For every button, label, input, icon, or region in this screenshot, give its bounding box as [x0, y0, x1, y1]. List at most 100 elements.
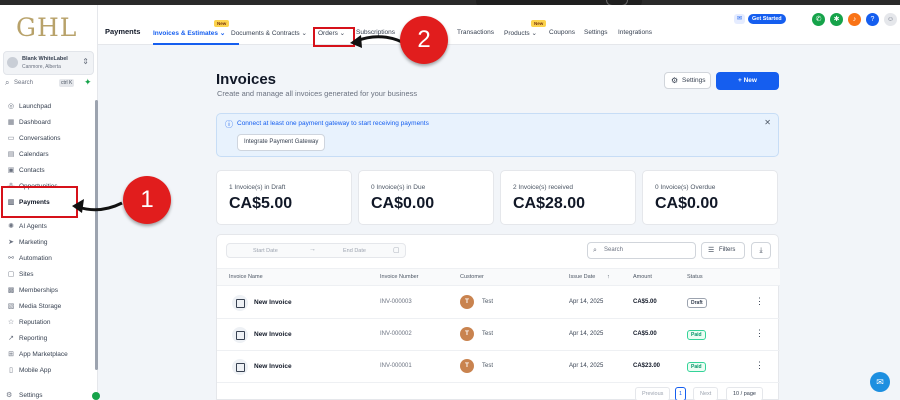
megaphone-small-icon[interactable]: ✉: [734, 14, 745, 24]
sidebar-item-label: Launchpad: [19, 103, 52, 110]
invoice-name[interactable]: New Invoice: [254, 299, 292, 306]
sidebar-search[interactable]: ⌕ Search ctrl K ✦: [5, 77, 93, 91]
tab-label: Products: [504, 30, 530, 37]
phone-icon[interactable]: ✆: [812, 13, 825, 26]
sort-arrow-icon[interactable]: ↑: [607, 274, 610, 280]
account-name: Blank WhiteLabel: [22, 56, 68, 62]
issue-date: Apr 14, 2025: [569, 299, 604, 305]
column-header[interactable]: Issue Date: [569, 274, 595, 280]
chevron-down-icon: ⌄: [299, 30, 307, 37]
sidebar-item-label: Media Storage: [19, 303, 62, 310]
invoice-name[interactable]: New Invoice: [254, 331, 292, 338]
automation-icon: ⚯: [8, 255, 14, 262]
tab-invoices-estimates[interactable]: Invoices & Estimates ⌄: [153, 29, 225, 37]
annotation-step-1: 1: [123, 176, 171, 224]
more-options-icon[interactable]: ⋮: [755, 296, 764, 307]
avatar[interactable]: ☺: [884, 13, 897, 26]
sidebar-item-launchpad[interactable]: ◎ Launchpad: [0, 99, 98, 115]
sidebar-item-dashboard[interactable]: ▦ Dashboard: [0, 115, 98, 131]
customer-avatar: T: [460, 327, 474, 341]
chat-widget-icon[interactable]: ✉: [870, 372, 890, 392]
tab-settings[interactable]: Settings: [584, 29, 608, 36]
megaphone-icon[interactable]: ✱: [830, 13, 843, 26]
more-options-icon[interactable]: ⋮: [755, 360, 764, 371]
sidebar-item-sites[interactable]: ▢ Sites: [0, 267, 98, 283]
table-search-input[interactable]: ⌕ Search: [587, 242, 696, 259]
card-value: CA$0.00: [371, 195, 435, 212]
sidebar-item-mobile-app[interactable]: ▯ Mobile App: [0, 363, 98, 379]
sidebar-item-label: Contacts: [19, 167, 45, 174]
summary-card: 1 Invoice(s) in Draft CA$5.00: [216, 170, 352, 225]
highlight-box-payments: [1, 186, 78, 218]
help-icon[interactable]: ?: [866, 13, 879, 26]
download-icon[interactable]: ⤓: [751, 242, 771, 259]
next-page-button[interactable]: Next: [693, 387, 719, 400]
date-range-picker[interactable]: Start Date → End Date ▢: [226, 243, 406, 258]
dashboard-icon: ▦: [7, 119, 15, 126]
sidebar-scrollbar[interactable]: [95, 100, 98, 370]
bell-icon[interactable]: ♪: [848, 13, 861, 26]
brand-logo[interactable]: GHL: [16, 13, 77, 42]
summary-card: 2 Invoice(s) received CA$28.00: [500, 170, 636, 225]
tab-integrations[interactable]: Integrations: [618, 29, 652, 36]
sidebar-item-label: Reporting: [19, 335, 48, 342]
sidebar-item-reporting[interactable]: ↗ Reporting: [0, 331, 98, 347]
tab-coupons[interactable]: Coupons: [549, 29, 575, 36]
sidebar-item-label: Calendars: [19, 151, 49, 158]
page-size-select[interactable]: 10 / page: [726, 387, 763, 400]
bolt-icon[interactable]: ✦: [84, 77, 92, 88]
sidebar-item-memberships[interactable]: ▩ Memberships: [0, 283, 98, 299]
close-icon[interactable]: ✕: [764, 118, 771, 127]
summary-card: 0 Invoice(s) in Due CA$0.00: [358, 170, 494, 225]
memberships-icon: ▩: [7, 287, 15, 294]
tab-label: Coupons: [549, 29, 576, 36]
table-row[interactable]: New Invoice INV-000003 T Test Apr 14, 2025 CA…: [217, 287, 780, 319]
section-title: Payments: [105, 27, 141, 36]
previous-page-button[interactable]: Previous: [635, 387, 671, 400]
get-started-button[interactable]: Get Started: [748, 14, 786, 24]
amount: CA$5.00: [633, 331, 657, 337]
amount: CA$5.00: [633, 299, 657, 305]
card-label: 1 Invoice(s) in Draft: [229, 184, 286, 191]
end-date-input[interactable]: End Date: [343, 248, 366, 254]
sidebar-item-settings[interactable]: ⚙ Settings: [0, 389, 100, 400]
sidebar-item-calendars[interactable]: ▤ Calendars: [0, 147, 98, 163]
tab-products[interactable]: Products ⌄: [504, 29, 537, 37]
sidebar-item-reputation[interactable]: ☆ Reputation: [0, 315, 98, 331]
sidebar-item-label: Automation: [19, 255, 52, 262]
search-shortcut: ctrl K: [59, 79, 75, 87]
new-badge: New: [531, 20, 547, 27]
sidebar-item-conversations[interactable]: ▭ Conversations: [0, 131, 98, 147]
new-invoice-button[interactable]: + New: [716, 72, 779, 90]
sidebar-item-app-marketplace[interactable]: ⊞ App Marketplace: [0, 347, 98, 363]
payment-gateway-alert: ⓘ Connect at least one payment gateway t…: [216, 113, 779, 157]
customer-name: Test: [482, 299, 494, 305]
sidebar-item-label: Reputation: [19, 319, 51, 326]
sidebar-item-contacts[interactable]: ▣ Contacts: [0, 163, 98, 179]
chat-icon: ▭: [7, 135, 15, 142]
tab-label: Integrations: [618, 29, 652, 36]
more-options-icon[interactable]: ⋮: [755, 328, 764, 339]
sidebar-item-marketing[interactable]: ➤ Marketing: [0, 235, 98, 251]
page-subtitle: Create and manage all invoices generated…: [217, 89, 418, 98]
sidebar-item-label: AI Agents: [19, 223, 47, 230]
page-title: Invoices: [216, 71, 277, 88]
sidebar-item-media-storage[interactable]: ▧ Media Storage: [0, 299, 98, 315]
page-number-button[interactable]: 1: [675, 387, 687, 400]
sidebar-item-label: Memberships: [19, 287, 59, 294]
tab-transactions[interactable]: Transactions: [457, 29, 494, 36]
integrate-gateway-button[interactable]: Integrate Payment Gateway: [237, 134, 326, 151]
table-row[interactable]: New Invoice INV-000002 T Test Apr 14, 2025 CA…: [217, 319, 780, 351]
table-row[interactable]: New Invoice INV-000001 T Test Apr 14, 2025 CA…: [217, 351, 780, 383]
filters-button[interactable]: ☰ Filters: [701, 242, 745, 259]
invoice-doc-icon: [232, 295, 248, 311]
tab-subscriptions[interactable]: Subscriptions: [356, 29, 395, 36]
sidebar-item-automation[interactable]: ⚯ Automation: [0, 251, 98, 267]
sidebar-item-ai-agents[interactable]: ✺ AI Agents: [0, 219, 98, 235]
tab-documents-contracts[interactable]: Documents & Contracts ⌄: [231, 29, 307, 37]
invoice-name[interactable]: New Invoice: [254, 363, 292, 370]
account-switcher[interactable]: Blank WhiteLabel Canmore, Alberta ⇕: [3, 51, 94, 75]
start-date-input[interactable]: Start Date: [253, 248, 278, 254]
invoice-doc-icon: [232, 359, 248, 375]
settings-button[interactable]: ⚙ Settings: [664, 72, 711, 89]
